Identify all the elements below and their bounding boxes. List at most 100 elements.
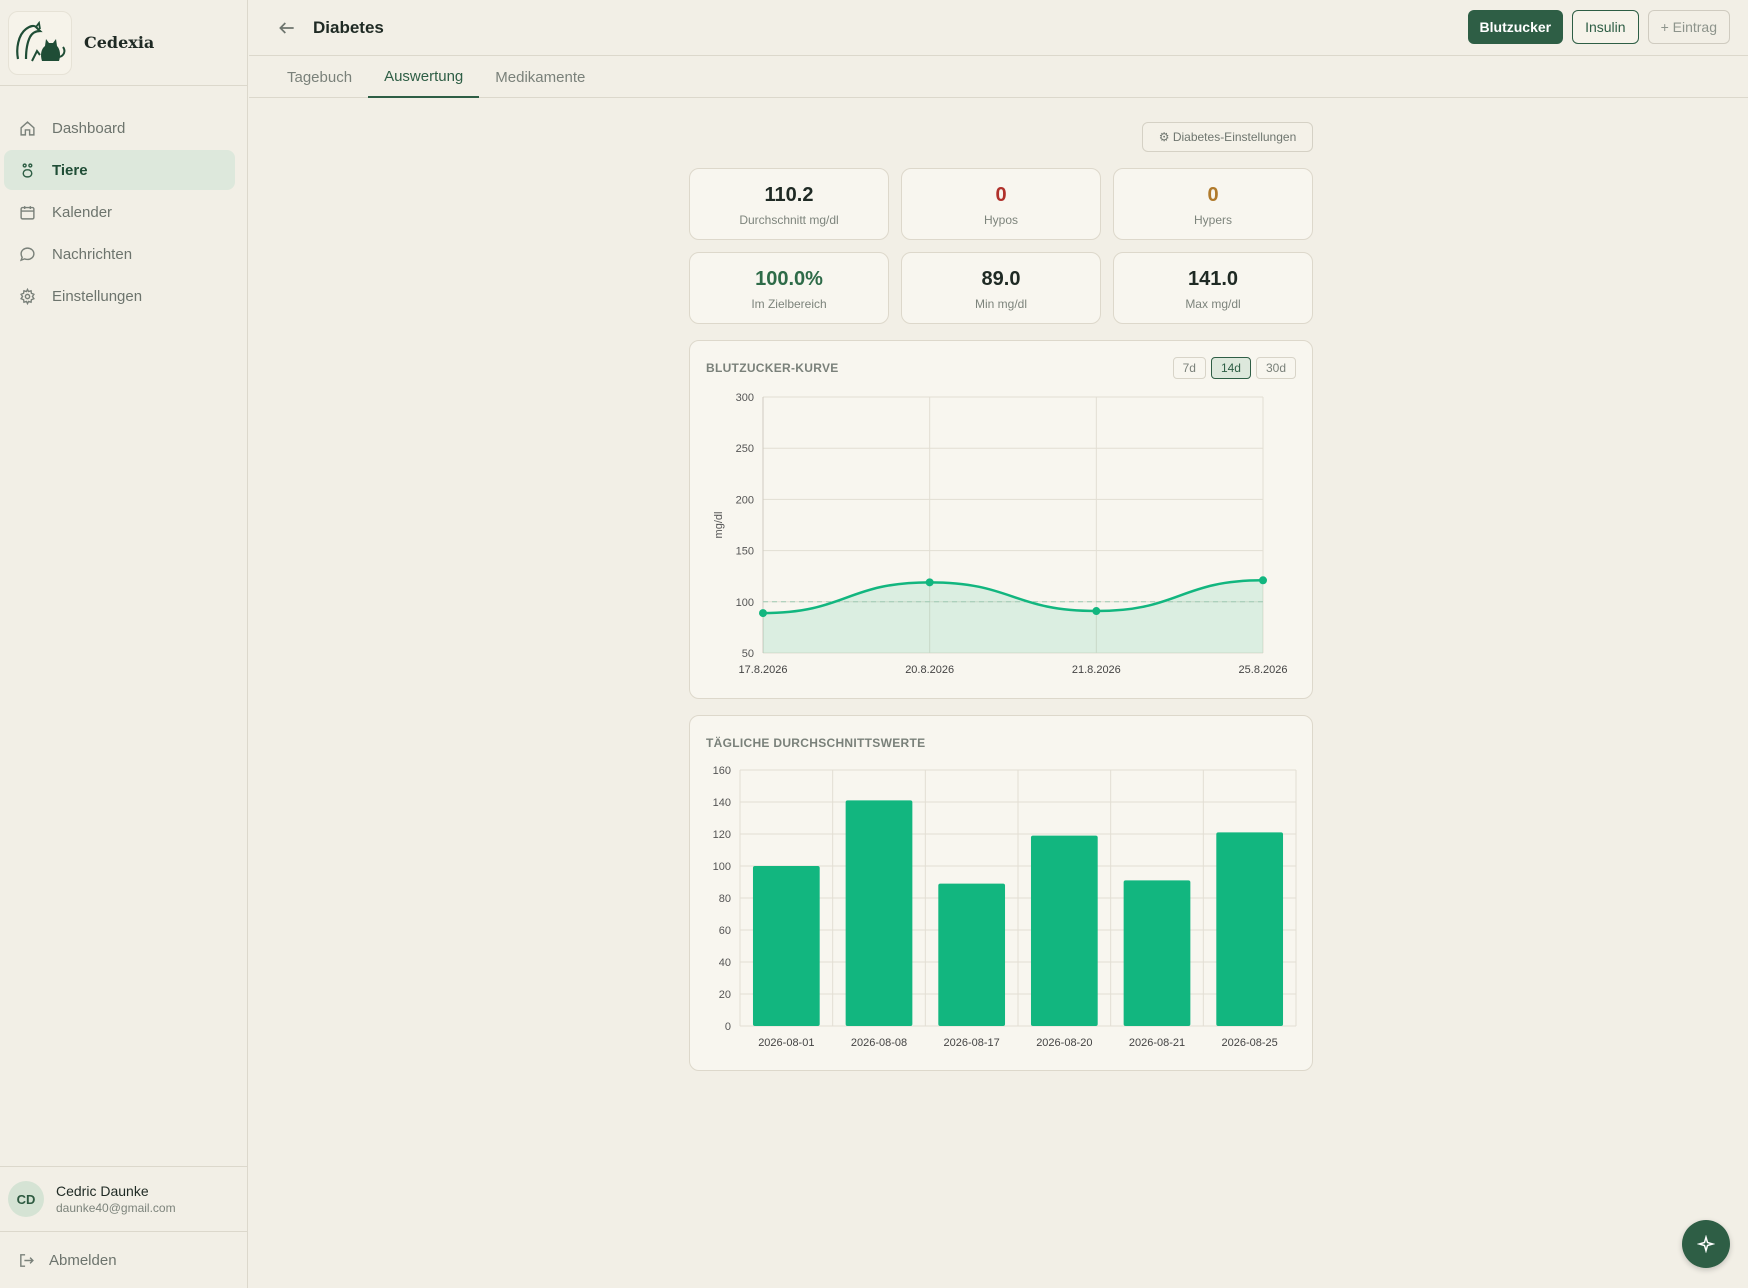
user-email: daunke40@gmail.com xyxy=(56,1201,176,1215)
user-name: Cedric Daunke xyxy=(56,1183,149,1199)
bar xyxy=(845,800,913,1026)
data-point xyxy=(759,609,767,618)
x-tick-label: 2026-08-20 xyxy=(1036,1037,1092,1049)
daily-averages-card: TÄGLICHE DURCHSCHNITTSWERTE 0 20 40 60 80 100… xyxy=(689,715,1313,1071)
stat-card-average: 110.2 Durchschnitt mg/dl xyxy=(689,168,889,240)
add-entry-button[interactable]: + Eintrag xyxy=(1647,10,1730,44)
tab-auswertung[interactable]: Auswertung xyxy=(368,57,480,98)
sidebar-item-label: Nachrichten xyxy=(52,245,133,263)
blood-sugar-line-chart: 50 100 150 200 250 300 17.8.2026 20.8.2026 21.8.… xyxy=(713,392,1288,676)
stat-label: Durchschnitt mg/dl xyxy=(739,213,839,227)
diabetes-settings-button[interactable]: ⚙ Diabetes-Einstellungen xyxy=(1142,122,1313,152)
y-tick-label: 120 xyxy=(713,829,731,841)
sidebar-item-kalender[interactable]: Kalender xyxy=(4,192,235,232)
y-tick-label: 50 xyxy=(742,648,754,660)
horse-cat-logo-icon xyxy=(16,20,66,61)
bar xyxy=(1030,835,1098,1026)
calendar-icon xyxy=(18,203,36,221)
y-tick-label: 100 xyxy=(713,861,731,873)
y-axis-label: mg/dl xyxy=(713,512,725,539)
insulin-button[interactable]: Insulin xyxy=(1572,10,1639,44)
bar xyxy=(1216,832,1284,1026)
sidebar-item-label: Einstellungen xyxy=(52,287,143,305)
sidebar-item-tiere[interactable]: Tiere xyxy=(4,150,235,190)
stat-card-hypers: 0 Hypers xyxy=(1113,168,1313,240)
stat-value: 0 xyxy=(995,184,1007,206)
brand-name: Cedexia xyxy=(84,33,155,52)
sidebar-item-label: Tiere xyxy=(52,161,88,179)
stat-value: 141.0 xyxy=(1187,268,1239,290)
y-tick-label: 250 xyxy=(736,443,754,455)
data-point xyxy=(925,578,934,587)
logout-button[interactable]: Abmelden xyxy=(0,1232,247,1288)
x-tick-label: 25.8.2026 xyxy=(1239,664,1288,676)
stat-label: Hypers xyxy=(1193,213,1232,227)
sidebar-item-dashboard[interactable]: Dashboard xyxy=(4,108,235,148)
sidebar-item-nachrichten[interactable]: Nachrichten xyxy=(4,234,235,274)
stat-label: Min mg/dl xyxy=(974,297,1027,311)
y-tick-label: 40 xyxy=(719,957,731,969)
chat-icon xyxy=(18,245,36,263)
x-tick-label: 21.8.2026 xyxy=(1072,664,1121,676)
bar xyxy=(938,883,1006,1026)
y-tick-label: 300 xyxy=(736,392,754,404)
stat-card-target-range: 100.0% Im Zielbereich xyxy=(689,252,889,324)
daily-averages-bar-chart: 0 20 40 60 80 100 120 140 160 2026-08-01 2026-08-0… xyxy=(713,765,1297,1049)
logo[interactable] xyxy=(8,10,72,75)
stat-value: 0 xyxy=(1207,184,1219,206)
tab-tagebuch[interactable]: Tagebuch xyxy=(271,57,368,97)
logout-label: Abmelden xyxy=(49,1251,117,1269)
data-point xyxy=(1259,576,1267,585)
back-arrow-icon[interactable] xyxy=(277,18,297,38)
y-tick-label: 160 xyxy=(713,765,731,777)
sidebar-nav: Dashboard Tiere Kalender Nachrichten Ein… xyxy=(0,86,247,316)
sidebar: Cedexia Dashboard Tiere Kalender Nachric… xyxy=(0,0,248,1288)
x-tick-label: 2026-08-17 xyxy=(944,1037,1000,1049)
page-title: Diabetes xyxy=(313,17,384,37)
x-tick-label: 2026-08-01 xyxy=(758,1037,814,1049)
y-tick-label: 140 xyxy=(713,797,731,809)
x-tick-label: 17.8.2026 xyxy=(739,664,788,676)
y-tick-label: 60 xyxy=(719,925,731,937)
assistant-fab-button[interactable] xyxy=(1682,1220,1730,1268)
tab-medikamente[interactable]: Medikamente xyxy=(479,57,601,97)
bar xyxy=(752,866,820,1026)
stat-value: 89.0 xyxy=(981,268,1021,290)
logout-icon xyxy=(18,1252,35,1269)
stat-label: Hypos xyxy=(983,213,1018,227)
x-tick-label: 2026-08-08 xyxy=(851,1037,907,1049)
user-profile[interactable]: CD Cedric Daunke daunke40@gmail.com xyxy=(0,1166,247,1232)
area-fill xyxy=(763,580,1263,653)
avatar: CD xyxy=(8,1181,44,1217)
tab-bar: Tagebuch Auswertung Medikamente xyxy=(249,57,1748,98)
x-tick-label: 2026-08-25 xyxy=(1222,1037,1278,1049)
y-tick-label: 80 xyxy=(719,893,731,905)
stat-card-min: 89.0 Min mg/dl xyxy=(901,252,1101,324)
y-tick-label: 200 xyxy=(736,494,754,506)
data-point xyxy=(1092,607,1101,616)
sparkle-icon xyxy=(1697,1235,1715,1253)
stat-card-hypos: 0 Hypos xyxy=(901,168,1101,240)
x-tick-label: 2026-08-21 xyxy=(1129,1037,1185,1049)
gear-icon xyxy=(18,287,36,305)
bar xyxy=(1123,880,1191,1026)
sidebar-item-label: Kalender xyxy=(52,203,113,221)
y-tick-label: 20 xyxy=(719,989,731,1001)
y-tick-label: 100 xyxy=(736,597,754,609)
home-icon xyxy=(18,119,36,137)
sidebar-item-label: Dashboard xyxy=(52,119,126,137)
stat-label: Im Zielbereich xyxy=(751,297,827,311)
y-tick-label: 150 xyxy=(736,546,754,558)
stat-label: Max mg/dl xyxy=(1185,297,1241,311)
brand: Cedexia xyxy=(0,0,247,86)
header: Diabetes Blutzucker Insulin + Eintrag xyxy=(249,0,1748,56)
x-tick-label: 20.8.2026 xyxy=(905,664,954,676)
blutzucker-button[interactable]: Blutzucker xyxy=(1467,10,1564,44)
sidebar-item-einstellungen[interactable]: Einstellungen xyxy=(4,276,235,316)
blood-sugar-curve-card: BLUTZUCKER-KURVE 7d 14d 30d 50 100 150 200 2… xyxy=(689,340,1313,699)
paw-icon xyxy=(18,161,36,179)
stat-value: 110.2 xyxy=(764,184,814,206)
stat-card-max: 141.0 Max mg/dl xyxy=(1113,252,1313,324)
stat-value: 100.0% xyxy=(755,268,823,290)
y-tick-label: 0 xyxy=(725,1021,731,1033)
